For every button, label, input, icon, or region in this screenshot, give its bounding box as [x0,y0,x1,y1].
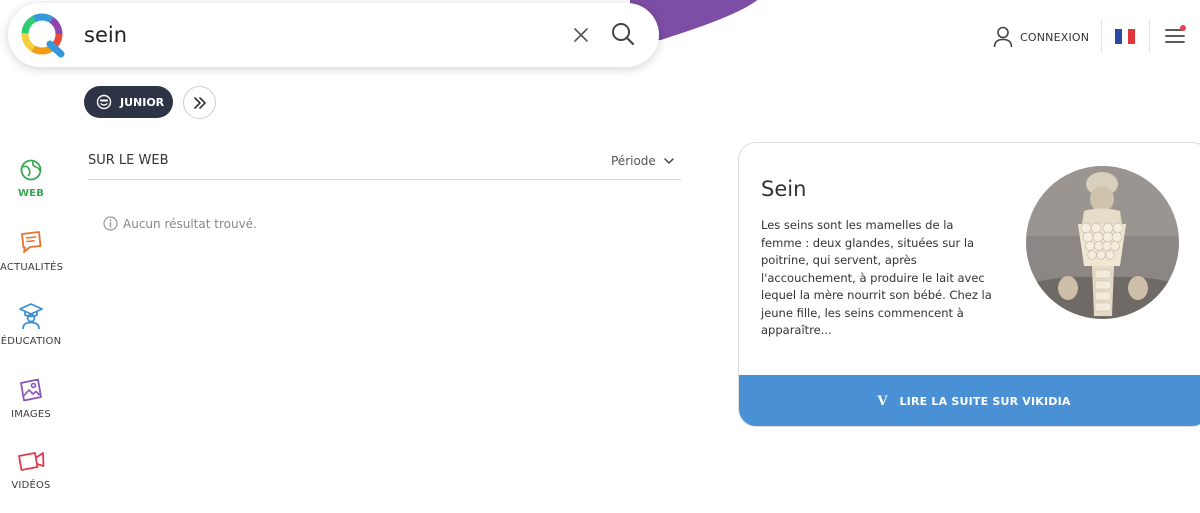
login-label: CONNEXION [1020,30,1090,44]
sidebar-item-images[interactable]: IMAGES [0,377,62,420]
language-flag-fr[interactable] [1115,29,1136,44]
sidebar-item-videos[interactable]: VIDÉOS [0,448,62,491]
hamburger-menu-icon[interactable] [1164,25,1186,47]
images-icon [20,378,42,402]
sidebar-item-label: WEB [17,188,45,199]
read-more-label: LIRE LA SUITE SUR VIKIDIA [899,395,1071,408]
login-button[interactable]: CONNEXION [993,25,1089,49]
sidebar-item-actualites[interactable]: ACTUALITÉS [0,230,64,273]
vikidia-logo-icon: V [877,394,888,409]
qwant-logo[interactable] [20,12,66,58]
search-bar [8,3,659,67]
double-chevron-right-icon [193,96,206,109]
sidebar-item-web[interactable]: WEB [0,158,62,199]
user-icon [993,26,1013,48]
header-divider [1149,19,1150,53]
sidebar-item-education[interactable]: ÉDUCATION [0,302,62,347]
notification-dot-icon [1180,25,1186,31]
smiley-icon [96,94,112,110]
info-icon [103,216,118,231]
junior-label: JUNIOR [120,95,165,109]
search-input[interactable] [84,19,554,51]
period-dropdown[interactable]: Période [611,154,674,168]
search-icon[interactable] [610,21,636,47]
section-divider [88,179,681,180]
read-more-vikidia-button[interactable]: V LIRE LA SUITE SUR VIKIDIA [739,375,1200,426]
vikidia-card: Sein Les seins sont les mamelles de la f… [738,142,1200,427]
more-filters-button[interactable] [183,86,216,119]
card-text: Les seins sont les mamelles de la femme … [761,218,992,337]
sidebar-item-label: ÉDUCATION [0,336,62,347]
sidebar-item-label: IMAGES [11,409,51,420]
section-title: SUR LE WEB [88,153,169,168]
videos-icon [18,452,45,471]
header-divider [1101,19,1102,53]
chevron-down-icon [664,158,674,165]
education-icon [19,303,43,330]
sidebar-item-label: ACTUALITÉS [0,262,64,273]
news-icon [21,231,42,253]
junior-mode-button[interactable]: JUNIOR [84,86,173,118]
sidebar-item-label: VIDÉOS [11,480,51,491]
card-title: Sein [761,177,807,201]
card-image [1026,166,1179,319]
no-result-text: Aucun résultat trouvé. [123,216,257,231]
globe-icon [20,159,42,181]
no-result-message: Aucun résultat trouvé. [103,216,257,231]
period-label: Période [611,154,656,168]
clear-search-icon[interactable] [571,25,591,45]
